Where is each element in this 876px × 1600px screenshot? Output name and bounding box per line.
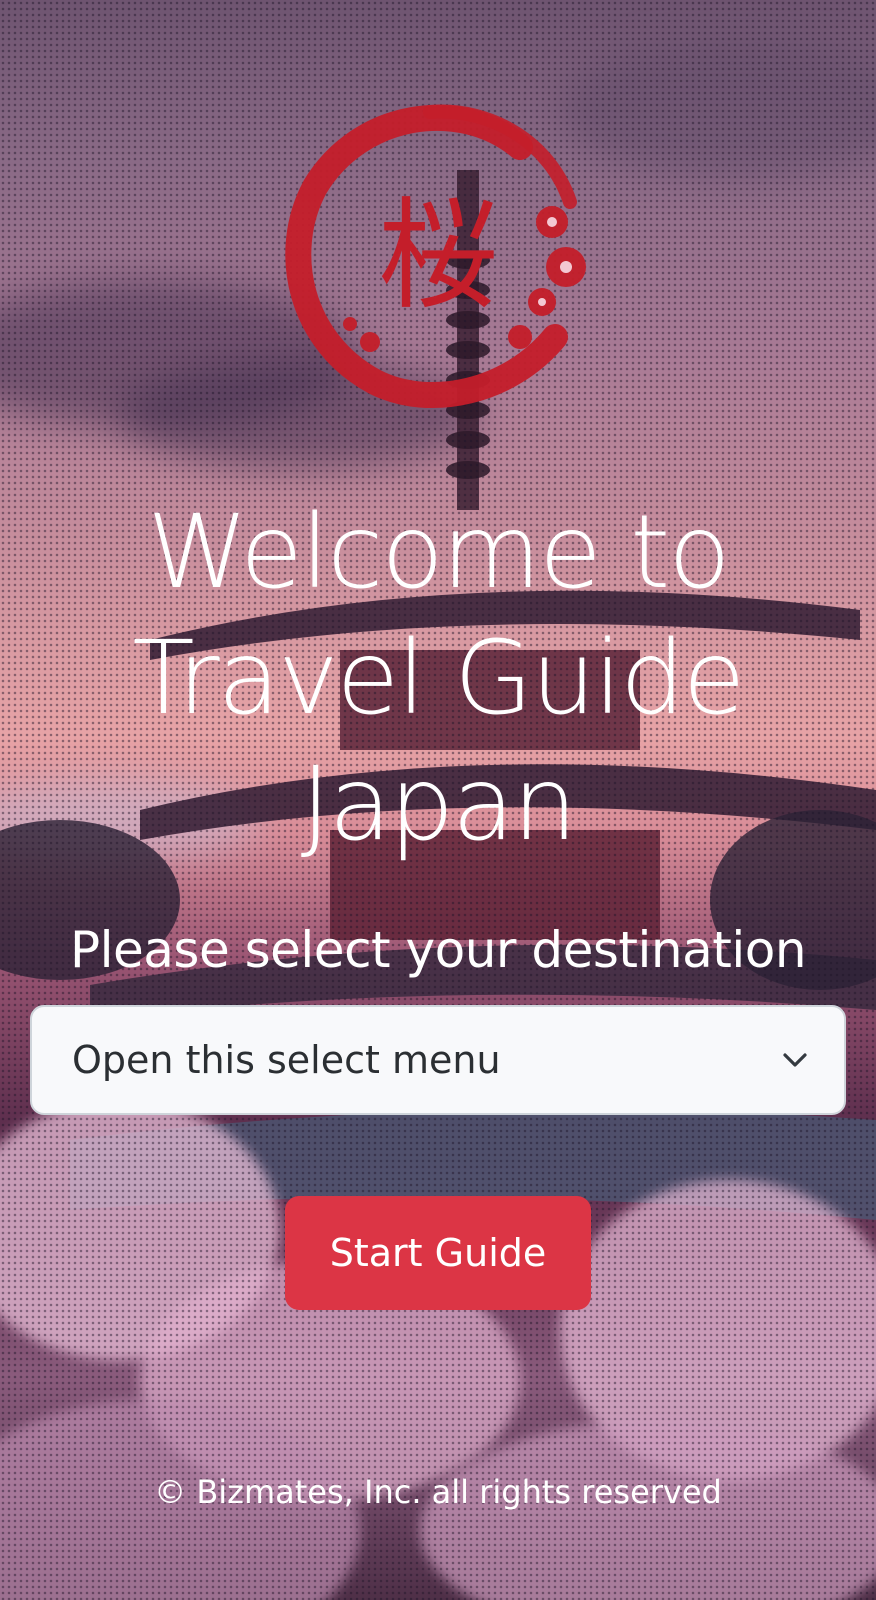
welcome-screen: 桜 Welcome to Travel Guide Japan Please s… xyxy=(0,0,876,1600)
copyright-footer: © Bizmates, Inc. all rights reserved xyxy=(154,1473,722,1511)
title-line-1: Welcome to xyxy=(147,493,730,612)
title-line-3: Japan xyxy=(300,745,577,864)
svg-text:桜: 桜 xyxy=(378,187,498,326)
start-guide-button[interactable]: Start Guide xyxy=(285,1196,591,1310)
start-guide-label: Start Guide xyxy=(329,1231,547,1275)
destination-prompt: Please select your destination xyxy=(69,921,807,979)
title-line-2: Travel Guide xyxy=(132,619,745,738)
destination-select[interactable]: Open this select menu xyxy=(30,1005,846,1115)
sakura-enso-logo: 桜 xyxy=(285,104,586,408)
page-title: Welcome to Travel Guide Japan xyxy=(0,490,876,868)
destination-select-value: Open this select menu xyxy=(72,1038,501,1082)
chevron-down-icon xyxy=(783,1053,807,1067)
